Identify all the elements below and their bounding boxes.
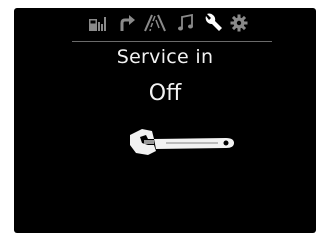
lane-road-icon xyxy=(144,14,166,32)
tab-service[interactable] xyxy=(202,12,224,34)
menu-tab-bar xyxy=(14,8,316,38)
fuel-icon xyxy=(89,17,106,31)
tab-divider xyxy=(72,41,272,42)
tab-fuel[interactable] xyxy=(86,12,108,34)
tab-audio[interactable] xyxy=(174,12,196,34)
service-interval-value[interactable]: Off xyxy=(14,81,316,106)
cluster-display: Service in Off xyxy=(14,8,316,233)
tab-driving-assist[interactable] xyxy=(144,12,166,34)
tab-navigation[interactable] xyxy=(116,12,138,34)
tab-settings[interactable] xyxy=(228,12,250,34)
wrench-icon xyxy=(130,129,234,155)
gear-icon xyxy=(230,14,248,32)
music-note-icon xyxy=(178,14,193,31)
wrench-icon xyxy=(205,13,222,31)
screen-title: Service in xyxy=(116,46,214,68)
turn-arrow-icon xyxy=(120,15,135,31)
